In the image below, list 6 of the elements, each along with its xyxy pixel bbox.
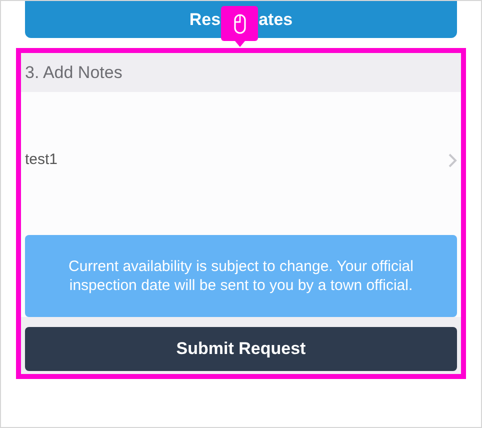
section-header: 3. Add Notes xyxy=(24,62,124,84)
info-notice: Current availability is subject to change. Your official inspection date will be sent to you by a town official. xyxy=(25,235,457,317)
chevron-right-icon xyxy=(448,152,457,168)
mouse-icon xyxy=(234,14,246,34)
dates-button[interactable]: Res ates xyxy=(25,1,457,38)
submit-button[interactable]: Submit Request xyxy=(25,327,457,371)
